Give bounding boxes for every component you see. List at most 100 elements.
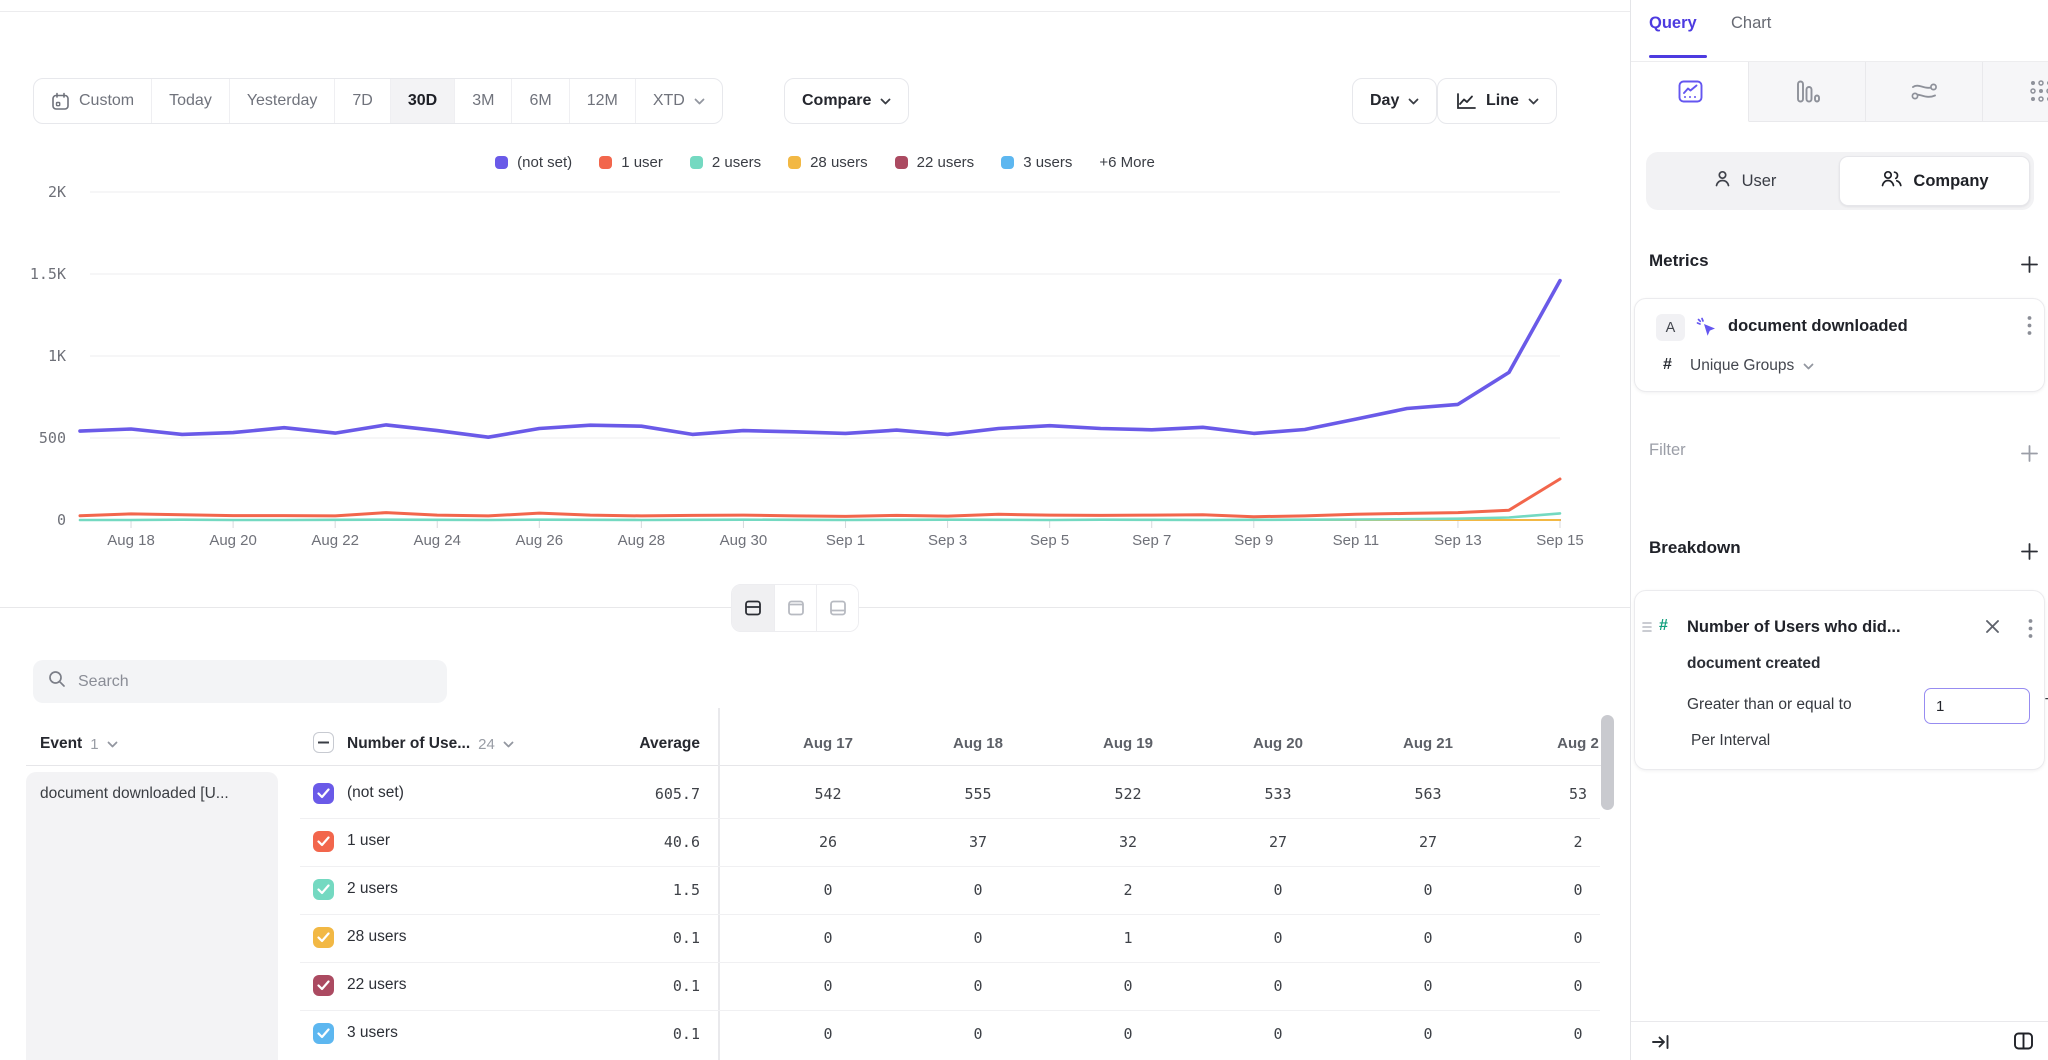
range-button-xtd[interactable]: XTD xyxy=(635,79,722,123)
row-checkbox[interactable] xyxy=(313,927,334,948)
plus-icon xyxy=(2020,542,2039,561)
layout-mid-icon xyxy=(744,599,762,617)
add-filter-button[interactable] xyxy=(2017,441,2041,465)
legend-item[interactable]: 3 users xyxy=(1001,154,1072,171)
range-button-6m[interactable]: 6M xyxy=(511,79,568,123)
chart-type-bars-tile[interactable] xyxy=(1749,62,1866,122)
table-cell: 53 xyxy=(1503,785,1600,803)
legend-more-button[interactable]: +6 More xyxy=(1099,154,1154,171)
legend-swatch xyxy=(690,156,703,169)
range-button-3m[interactable]: 3M xyxy=(454,79,511,123)
chart-legend: (not set) 1 user 2 users 28 users 22 users 3 … xyxy=(90,150,1560,174)
layout-bottom-button[interactable] xyxy=(816,585,858,631)
select-all-checkbox[interactable] xyxy=(313,732,334,753)
split-view-icon[interactable] xyxy=(2013,1031,2034,1051)
analytics-app: CustomTodayYesterday 7D 30D 3M6M12MXTD Comp… xyxy=(0,0,2048,1060)
range-button-custom[interactable]: Custom xyxy=(34,79,151,123)
row-checkbox[interactable] xyxy=(313,783,334,804)
date-column-header: Aug 2 xyxy=(1503,735,1600,752)
svg-text:Aug 20: Aug 20 xyxy=(209,532,257,549)
range-label: 7D xyxy=(352,92,372,110)
legend-item[interactable]: (not set) xyxy=(495,154,572,171)
table-cell: 0 xyxy=(753,1025,903,1043)
table-cell: 0 xyxy=(1353,929,1503,947)
legend-item[interactable]: 28 users xyxy=(788,154,868,171)
chart-style-button[interactable]: Line xyxy=(1437,78,1557,124)
metric-menu-button[interactable] xyxy=(2027,315,2032,341)
line-chart-type-icon xyxy=(1677,79,1704,104)
chart-type-line-tile[interactable] xyxy=(1632,62,1749,122)
scope-company-button[interactable]: Company xyxy=(1839,156,2030,206)
range-button-7d[interactable]: 7D xyxy=(334,79,389,123)
svg-text:Sep 7: Sep 7 xyxy=(1132,532,1171,549)
range-button-12m[interactable]: 12M xyxy=(569,79,635,123)
group-count: 24 xyxy=(478,736,495,753)
tab-query[interactable]: Query xyxy=(1649,14,1697,33)
tab-chart[interactable]: Chart xyxy=(1731,14,1771,33)
range-button-today[interactable]: Today xyxy=(151,79,229,123)
chart-type-flow-tile[interactable] xyxy=(1866,62,1983,122)
event-column-header[interactable]: Event 1 xyxy=(40,735,118,753)
legend-item[interactable]: 22 users xyxy=(895,154,975,171)
row-checkbox[interactable] xyxy=(313,975,334,996)
svg-text:Aug 30: Aug 30 xyxy=(720,532,768,549)
chevron-down-icon xyxy=(1803,363,1814,370)
svg-text:Aug 28: Aug 28 xyxy=(618,532,666,549)
drag-handle-icon xyxy=(1641,620,1653,634)
range-button-yesterday[interactable]: Yesterday xyxy=(229,79,335,123)
compare-button[interactable]: Compare xyxy=(784,78,909,124)
svg-text:Sep 11: Sep 11 xyxy=(1333,532,1379,549)
row-checkbox[interactable] xyxy=(313,831,334,852)
group-column-header[interactable]: Number of Use... 24 xyxy=(347,735,514,753)
svg-text:0: 0 xyxy=(57,511,66,529)
svg-text:2K: 2K xyxy=(48,183,66,201)
plus-icon xyxy=(2020,255,2039,274)
date-column-header: Aug 21 xyxy=(1353,735,1503,752)
scope-company-label: Company xyxy=(1913,172,1988,191)
layout-split-button[interactable] xyxy=(732,585,774,631)
row-checkbox[interactable] xyxy=(313,879,334,900)
compare-label: Compare xyxy=(802,92,871,110)
legend-item[interactable]: 1 user xyxy=(599,154,663,171)
drag-handle-icon[interactable] xyxy=(1641,620,1653,639)
interval-button[interactable]: Day xyxy=(1352,78,1437,124)
search-icon xyxy=(48,670,66,688)
row-checkbox[interactable] xyxy=(313,1023,334,1044)
close-icon[interactable] xyxy=(1985,619,2000,639)
row-average: 0.1 xyxy=(580,929,700,947)
table-cell: 2 xyxy=(1053,881,1203,899)
metric-card[interactable]: A document downloaded # Unique Groups xyxy=(1634,298,2045,392)
search-input[interactable] xyxy=(78,673,418,691)
average-column-header[interactable]: Average xyxy=(580,735,700,753)
event-pointer-icon xyxy=(1695,316,1719,340)
scope-user-button[interactable]: User xyxy=(1650,156,1839,206)
collapse-panel-icon[interactable] xyxy=(1651,1032,1671,1052)
range-label: 30D xyxy=(408,92,437,110)
group-header-label: Number of Use... xyxy=(347,735,470,753)
metric-event-name: document downloaded xyxy=(1728,317,1908,336)
add-breakdown-button[interactable] xyxy=(2017,539,2041,563)
aggregation-dropdown[interactable]: Unique Groups xyxy=(1690,357,1814,375)
layout-top-button[interactable] xyxy=(774,585,816,631)
table-cell: 0 xyxy=(1053,977,1203,995)
row-separator xyxy=(300,818,1600,819)
row-label: 22 users xyxy=(347,976,406,994)
table-scrollbar[interactable] xyxy=(1601,715,1614,810)
row-label: 1 user xyxy=(347,832,390,850)
times-input[interactable] xyxy=(1924,688,2030,724)
breakdown-menu-button[interactable] xyxy=(2028,618,2033,644)
check-icon xyxy=(317,1028,330,1039)
breakdown-card[interactable]: # Number of Users who did... document cr… xyxy=(1634,590,2045,770)
chart-type-dots-tile[interactable] xyxy=(1983,62,2048,122)
plus-icon xyxy=(2020,444,2039,463)
chevron-down-icon xyxy=(1803,357,1814,375)
legend-label: 3 users xyxy=(1023,154,1072,171)
range-button-30d[interactable]: 30D xyxy=(390,79,454,123)
event-cell[interactable]: document downloaded [U... xyxy=(26,772,278,1060)
line-chart: 05001K1.5K2KAug 18Aug 20Aug 22Aug 24Aug … xyxy=(0,178,1630,568)
legend-item[interactable]: 2 users xyxy=(690,154,761,171)
row-average: 0.1 xyxy=(580,977,700,995)
legend-swatch xyxy=(1001,156,1014,169)
table-cell: 563 xyxy=(1353,785,1503,803)
add-metric-button[interactable] xyxy=(2017,252,2041,276)
